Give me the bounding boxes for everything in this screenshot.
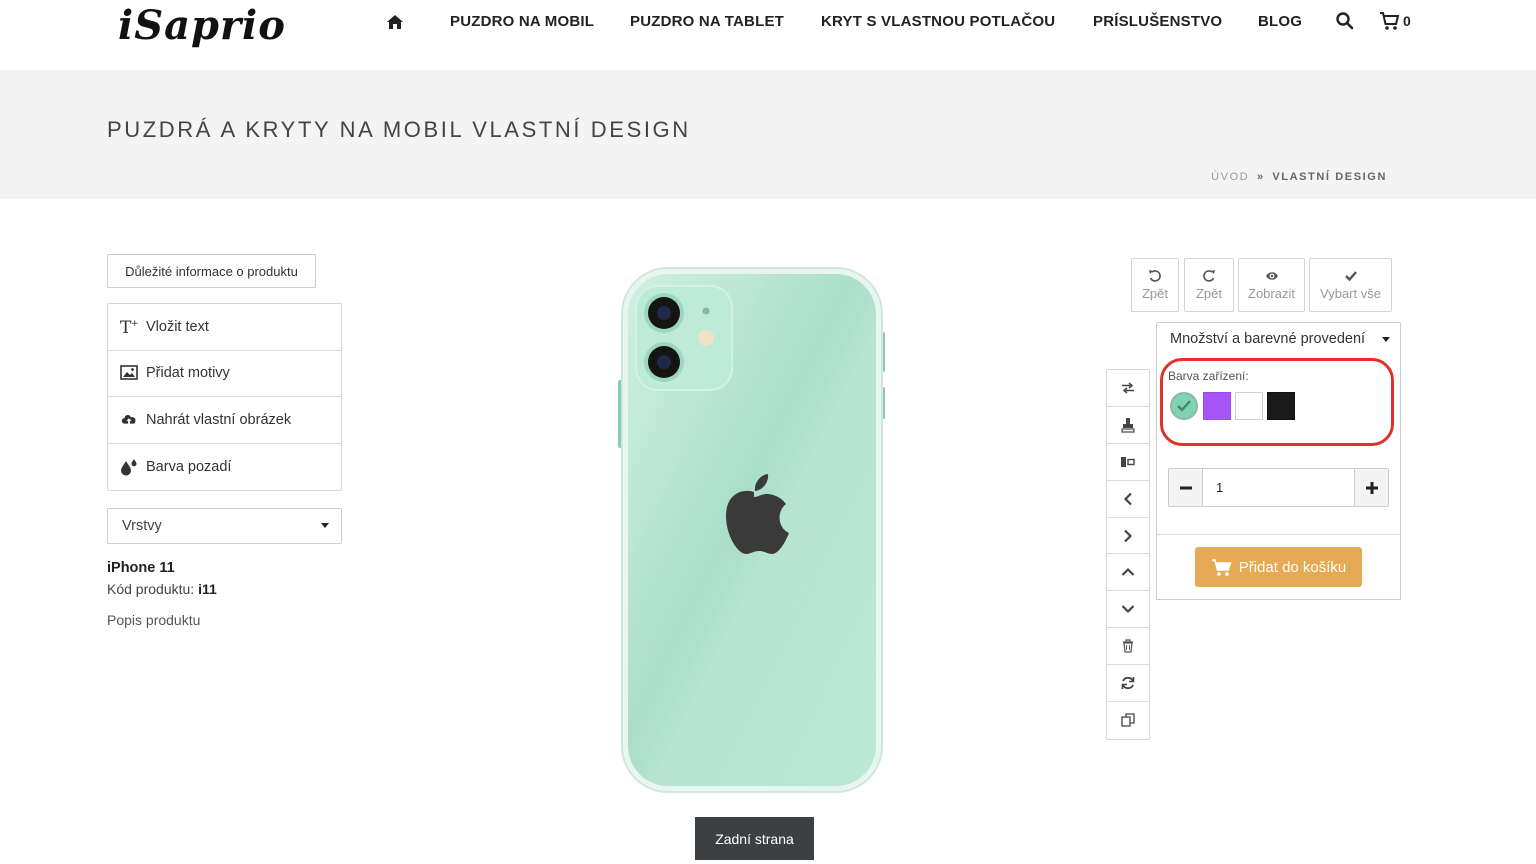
reset-button[interactable]	[1107, 665, 1149, 703]
product-info-button[interactable]: Důležité informace o produktu	[107, 254, 316, 288]
nav-item-blog[interactable]: BLOG	[1258, 13, 1302, 30]
tool-add-motifs[interactable]: Přidat motivy	[108, 351, 341, 397]
caret-down-icon	[321, 523, 329, 528]
delete-button[interactable]	[1107, 628, 1149, 666]
add-to-cart-label: Přidat do košíku	[1238, 558, 1347, 576]
move-up-button[interactable]	[1107, 554, 1149, 592]
quantity-increase-button[interactable]	[1354, 469, 1388, 506]
tool-label: Nahrát vlastní obrázek	[146, 411, 292, 428]
preview-button[interactable]: Zobrazit	[1238, 258, 1305, 312]
quantity-stepper	[1168, 468, 1389, 507]
preview-label: Zobrazit	[1248, 286, 1295, 301]
minus-icon	[1179, 486, 1192, 489]
copy-icon	[1121, 713, 1135, 728]
add-to-cart-button[interactable]: Přidat do košíku	[1195, 547, 1362, 587]
redo-label: Zpět	[1195, 286, 1222, 301]
nav-item-puzdro-na-tablet[interactable]: PUZDRO NA TABLET	[630, 13, 784, 30]
redo-icon	[1203, 270, 1215, 282]
quantity-color-dropdown-label: Množství a barevné provedení	[1170, 330, 1366, 347]
swap-button[interactable]	[1107, 370, 1149, 407]
chevron-down-icon	[1121, 605, 1135, 614]
plus-icon	[1365, 481, 1378, 494]
chevron-left-icon	[1123, 492, 1132, 505]
divider	[1157, 534, 1400, 535]
svg-text:+: +	[131, 319, 138, 329]
align-button[interactable]	[1107, 444, 1149, 481]
color-drops-icon	[120, 458, 138, 476]
page: iSaprio PUZDRO NA MOBIL PUZDRO NA TABLET…	[0, 0, 1536, 864]
tool-background-color[interactable]: Barva pozadí	[108, 444, 341, 491]
trash-icon	[1123, 639, 1133, 653]
design-tools-list: T + Vložit text Přidat motivy Nahrát vlas…	[107, 303, 342, 491]
cart-count: 0	[1403, 13, 1411, 29]
caret-down-icon	[1382, 337, 1390, 342]
layers-select-value: Vrstvy	[122, 518, 162, 534]
product-code-line: Kód produktu: i11	[107, 581, 217, 597]
stamp-icon	[1121, 417, 1135, 433]
breadcrumb-separator: »	[1256, 171, 1265, 183]
swap-icon	[1122, 382, 1134, 394]
undo-button[interactable]: Zpět	[1131, 258, 1179, 312]
title-band: PUZDRÁ A KRYTY NA MOBIL VLASTNÍ DESIGN Ú…	[0, 70, 1536, 198]
tool-insert-text[interactable]: T + Vložit text	[108, 304, 341, 351]
product-description-link[interactable]: Popis produktu	[107, 612, 200, 628]
product-name: iPhone 11	[107, 560, 175, 576]
redo-button[interactable]: Zpět	[1184, 258, 1234, 312]
cart-icon	[1211, 559, 1232, 576]
home-icon[interactable]	[386, 14, 404, 30]
undo-label: Zpět	[1141, 286, 1168, 301]
duplicate-button[interactable]	[1107, 702, 1149, 739]
layers-select[interactable]: Vrstvy	[107, 508, 342, 544]
tool-label: Barva pozadí	[146, 458, 232, 475]
cloud-upload-icon	[120, 411, 138, 429]
undo-icon	[1149, 270, 1161, 282]
page-title: PUZDRÁ A KRYTY NA MOBIL VLASTNÍ DESIGN	[107, 117, 691, 142]
move-left-button[interactable]	[1107, 481, 1149, 518]
move-right-button[interactable]	[1107, 518, 1149, 555]
product-code: i11	[198, 581, 217, 597]
stamp-button[interactable]	[1107, 407, 1149, 444]
vertical-toolbar	[1106, 369, 1150, 740]
refresh-icon	[1121, 677, 1135, 690]
site-header: iSaprio PUZDRO NA MOBIL PUZDRO NA TABLET…	[0, 0, 1536, 70]
logo[interactable]: iSaprio	[118, 2, 286, 49]
select-all-button[interactable]: Vybart vše	[1309, 258, 1392, 312]
search-icon[interactable]	[1335, 11, 1355, 31]
product-code-label: Kód produktu:	[107, 581, 195, 597]
chevron-right-icon	[1124, 529, 1133, 542]
breadcrumb-home[interactable]: ÚVOD	[1211, 171, 1249, 183]
cart-icon[interactable]	[1379, 11, 1401, 31]
phone-case-preview[interactable]	[614, 262, 890, 798]
nav-item-puzdro-na-mobil[interactable]: PUZDRO NA MOBIL	[450, 13, 594, 30]
align-icon	[1121, 456, 1135, 467]
quantity-decrease-button[interactable]	[1169, 469, 1203, 506]
select-all-label: Vybart vše	[1320, 286, 1381, 301]
breadcrumb: ÚVOD » VLASTNÍ DESIGN	[1211, 171, 1387, 183]
quantity-input[interactable]	[1204, 469, 1354, 506]
tool-label: Přidat motivy	[146, 365, 230, 382]
chevron-up-icon	[1121, 568, 1135, 577]
image-icon	[120, 364, 138, 382]
nav-item-kryt-s-potlacou[interactable]: KRYT S VLASTNOU POTLAČOU	[821, 13, 1055, 30]
color-highlight-annotation	[1160, 358, 1394, 446]
tool-label: Vložit text	[146, 318, 209, 335]
text-add-icon: T +	[120, 318, 138, 336]
tool-upload-image[interactable]: Nahrát vlastní obrázek	[108, 397, 341, 444]
back-side-button[interactable]: Zadní strana	[695, 817, 814, 860]
eye-icon	[1265, 272, 1278, 280]
nav-item-prislusenstvo[interactable]: PRÍSLUŠENSTVO	[1093, 13, 1222, 30]
check-icon	[1344, 271, 1357, 282]
breadcrumb-current: VLASTNÍ DESIGN	[1272, 171, 1387, 183]
move-down-button[interactable]	[1107, 591, 1149, 629]
quantity-color-dropdown[interactable]: Množství a barevné provedení	[1156, 322, 1401, 355]
